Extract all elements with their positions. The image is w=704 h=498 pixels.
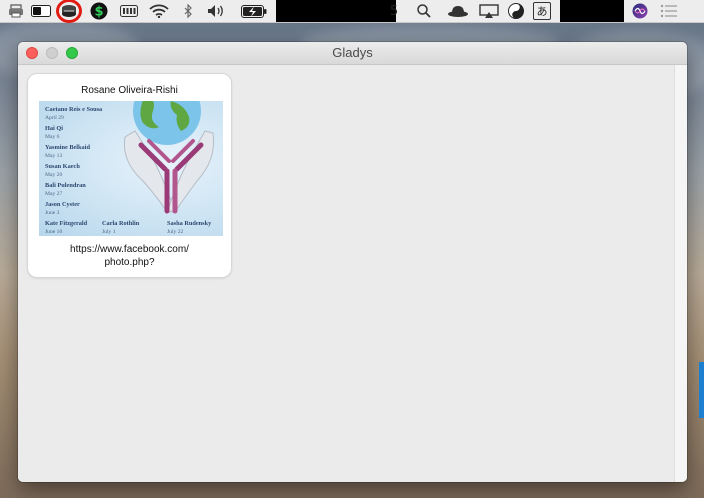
wifi-icon[interactable]	[148, 0, 170, 22]
yin-yang-icon[interactable]	[506, 0, 526, 22]
calendar-entry: Kate Fitzgerald June 10	[45, 220, 88, 235]
calendar-entry: Susan Kaech May 20	[45, 163, 80, 178]
redacted-clock	[560, 0, 624, 22]
siri-icon[interactable]	[630, 0, 650, 22]
card-url: https://www.facebook.com/ photo.php?	[28, 243, 231, 269]
svg-text:$: $	[94, 5, 103, 20]
notification-center-icon[interactable]	[658, 0, 680, 22]
vertical-scrollbar[interactable]	[674, 65, 687, 482]
calendar-entry: Caetano Reis e Sousa April 29	[45, 106, 103, 121]
card-image: Caetano Reis e Sousa April 29 Hai Qi May…	[39, 101, 223, 236]
card-url-line: https://www.facebook.com/	[70, 244, 189, 255]
volume-icon[interactable]	[206, 0, 228, 22]
input-method-label: あ	[533, 2, 551, 20]
hat-icon[interactable]	[446, 0, 470, 22]
airplay-icon[interactable]	[478, 0, 500, 22]
input-method-icon[interactable]: あ	[532, 0, 552, 22]
calendar-entry: Sasha Rudensky July 22	[167, 220, 212, 235]
toggle-switch-icon[interactable]	[30, 0, 52, 22]
partial-menu-text: 5	[389, 3, 399, 19]
calendar-entry: Bali Pulendran May 27	[45, 182, 86, 197]
calendar-entry: Yasmine Belkaid May 13	[45, 144, 90, 159]
item-card[interactable]: Rosane Oliveira-Rishi Caetano Reis e Sou…	[28, 74, 231, 277]
battery-tester-icon[interactable]	[118, 0, 140, 22]
bluetooth-icon[interactable]	[178, 0, 198, 22]
calendar-entry: Hai Qi May 6	[45, 125, 64, 140]
gladys-window: Gladys Rosane Oliveira-Rishi Caetano Rei…	[18, 42, 687, 482]
items-collection[interactable]: Rosane Oliveira-Rishi Caetano Reis e Sou…	[18, 65, 674, 482]
window-titlebar[interactable]: Gladys	[18, 42, 687, 65]
card-url-line: photo.php?	[104, 257, 155, 268]
window-title: Gladys	[332, 45, 373, 60]
calendar-entry: Carla Rothlin July 1	[102, 220, 140, 235]
printer-icon[interactable]	[6, 0, 26, 22]
menu-bar: $ 5 あ	[0, 0, 704, 23]
selection-highlight-ring	[56, 0, 82, 23]
dollar-circle-icon[interactable]: $	[88, 0, 110, 22]
background-window-edge	[699, 362, 704, 418]
search-icon[interactable]	[414, 0, 434, 22]
redacted-menu-items	[276, 0, 396, 22]
battery-charging-icon[interactable]	[240, 0, 268, 22]
card-title: Rosane Oliveira-Rishi	[81, 85, 178, 96]
calendar-entry: Jason Cyster June 3	[45, 201, 80, 216]
